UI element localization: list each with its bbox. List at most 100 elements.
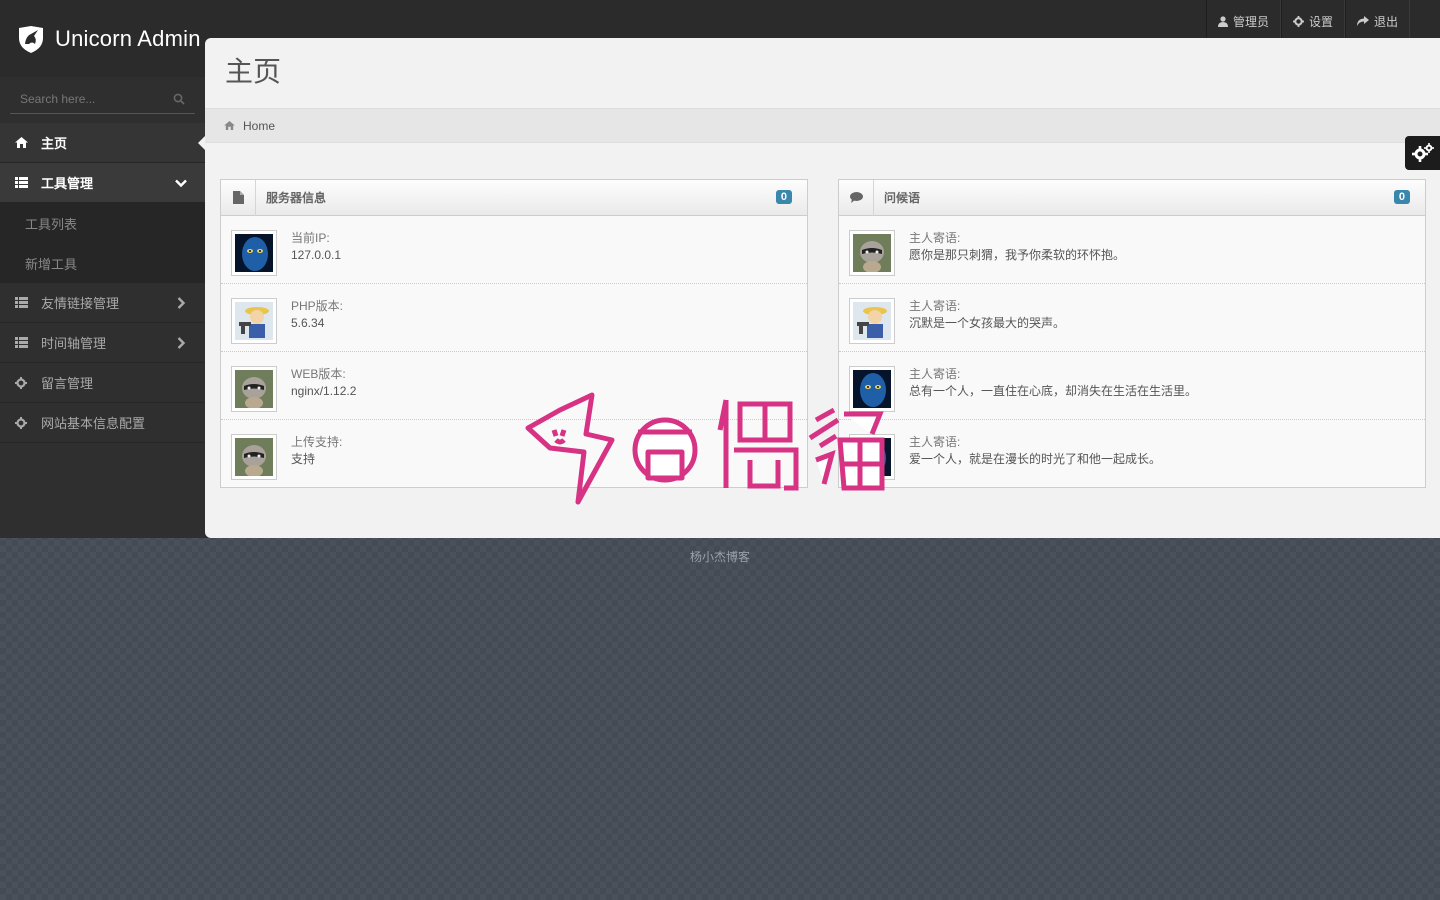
sidebar-item-label: 时间轴管理 (41, 336, 107, 351)
search-input[interactable] (20, 91, 170, 106)
list-item: 当前IP: 127.0.0.1 (221, 216, 807, 284)
item-label: 主人寄语: (909, 435, 961, 449)
gear-icon (15, 376, 29, 389)
nav-settings[interactable]: 设置 (1280, 0, 1345, 42)
gear-icon (1292, 15, 1304, 27)
list-item: 主人寄语: 爱一个人，就是在漫长的时光了和他一起成长。 (839, 420, 1425, 488)
comment-icon (839, 179, 874, 216)
nav-user[interactable]: 管理员 (1205, 0, 1281, 42)
user-nav: 管理员 设置 退出 (1205, 0, 1410, 42)
nav-user-label: 管理员 (1232, 14, 1269, 29)
item-value: 总有一个人，一直住在心底，却消失在生活在生活里。 (909, 384, 1198, 398)
avatar (231, 230, 277, 276)
list-item-text: 当前IP: 127.0.0.1 (291, 230, 341, 264)
watermark-logo (525, 392, 885, 505)
chevron-down-icon (175, 179, 187, 188)
list-icon (15, 297, 29, 308)
avatar (231, 298, 277, 344)
list-icon (15, 337, 29, 348)
sidebar-item-label: 主页 (41, 136, 68, 151)
list-item: 主人寄语: 总有一个人，一直住在心底，却消失在生活在生活里。 (839, 352, 1425, 420)
raccoon-avatar (853, 234, 891, 272)
item-value: nginx/1.12.2 (291, 384, 357, 398)
app-title: Unicorn Admin (55, 25, 201, 51)
sidebar-item-label: 网站基本信息配置 (41, 416, 146, 431)
item-label: 当前IP: (291, 231, 330, 245)
sidebar-item-label: 友情链接管理 (41, 296, 120, 311)
avatar (231, 366, 277, 412)
count-badge: 0 (775, 190, 792, 204)
item-label: WEB版本: (291, 367, 346, 381)
search-icon[interactable] (173, 93, 185, 105)
share-icon (1356, 16, 1369, 26)
home-icon (224, 121, 235, 130)
list-item: 主人寄语: 沉默是一个女孩最大的哭声。 (839, 284, 1425, 352)
item-value: 127.0.0.1 (291, 248, 342, 262)
sidebar-item-label: 工具管理 (41, 176, 94, 191)
submenu-item-tool-list[interactable]: 工具列表 (0, 203, 205, 243)
breadcrumb-home-link[interactable]: Home (243, 119, 275, 133)
greeting-widget: 问候语 0 主人寄语: 愿你是那只刺猬，我予你柔软的环怀抱。 主人寄语: 沉默是… (838, 179, 1426, 488)
sidebar-menu: 主页 工具管理 工具列表 新增工具 友情链接管理 时间轴管理 留言管理 网站基本… (0, 123, 205, 443)
raccoon-avatar (235, 370, 273, 408)
gear-icon (15, 416, 29, 429)
file-icon (221, 179, 256, 216)
sidebar-item-home[interactable]: 主页 (0, 123, 205, 163)
tools-submenu: 工具列表 新增工具 (0, 203, 205, 283)
sidebar-item-site-config[interactable]: 网站基本信息配置 (0, 403, 205, 443)
list-item: PHP版本: 5.6.34 (221, 284, 807, 352)
item-value: 沉默是一个女孩最大的哭声。 (909, 316, 1066, 330)
widget-header: 问候语 0 (839, 179, 1425, 216)
list-item-text: PHP版本: 5.6.34 (291, 298, 343, 332)
home-icon (15, 137, 29, 148)
chevron-right-icon (177, 337, 186, 349)
item-label: 主人寄语: (909, 367, 961, 381)
sidebar-item-links[interactable]: 友情链接管理 (0, 283, 205, 323)
breadcrumb: Home (205, 108, 1440, 143)
app-logo[interactable]: Unicorn Admin (0, 0, 205, 77)
style-switcher-button[interactable] (1405, 136, 1440, 170)
item-label: PHP版本: (291, 299, 344, 313)
list-item-text: 上传支持: 支持 (291, 434, 342, 468)
vault-boy-avatar (235, 302, 273, 340)
footer-text: 杨小杰博客 (689, 550, 750, 564)
chevron-right-icon (177, 297, 186, 309)
list-item-text: 主人寄语: 沉默是一个女孩最大的哭声。 (909, 298, 1065, 332)
sidebar-item-messages[interactable]: 留言管理 (0, 363, 205, 403)
widget-title: 问候语 (884, 191, 921, 205)
avatar (849, 298, 895, 344)
count-badge: 0 (1393, 190, 1410, 204)
footer: 杨小杰博客 (0, 548, 1440, 565)
submenu-item-label: 工具列表 (25, 216, 78, 232)
item-value: 爱一个人，就是在漫长的时光了和他一起成长。 (909, 452, 1162, 466)
sidebar-item-label: 留言管理 (41, 376, 94, 391)
submenu-item-label: 新增工具 (25, 256, 78, 272)
gears-icon (1411, 143, 1434, 162)
item-label: 主人寄语: (909, 299, 961, 313)
sidebar-item-tools[interactable]: 工具管理 (0, 163, 205, 203)
avatar (849, 230, 895, 276)
nav-logout[interactable]: 退出 (1344, 0, 1410, 42)
item-label: 主人寄语: (909, 231, 961, 245)
widget-title: 服务器信息 (266, 191, 327, 205)
unicorn-logo-icon (19, 25, 43, 53)
nav-settings-label: 设置 (1308, 14, 1333, 29)
avatar (231, 434, 277, 480)
item-value: 愿你是那只刺猬，我予你柔软的环怀抱。 (909, 248, 1126, 262)
blue-face-avatar (235, 234, 273, 272)
list-icon (15, 177, 29, 188)
page-title: 主页 (225, 56, 282, 87)
item-label: 上传支持: (291, 435, 343, 449)
item-value: 支持 (291, 452, 316, 466)
list-item-text: WEB版本: nginx/1.12.2 (291, 366, 356, 400)
item-value: 5.6.34 (291, 316, 325, 330)
raccoon-avatar (235, 438, 273, 476)
widget-header: 服务器信息 0 (221, 179, 807, 216)
list-item-text: 主人寄语: 总有一个人，一直住在心底，却消失在生活在生活里。 (909, 366, 1197, 400)
submenu-item-add-tool[interactable]: 新增工具 (0, 243, 205, 283)
vault-boy-avatar (853, 302, 891, 340)
sidebar-item-timeline[interactable]: 时间轴管理 (0, 323, 205, 363)
user-icon (1217, 15, 1228, 27)
search-box (10, 84, 195, 114)
nav-logout-label: 退出 (1373, 14, 1398, 29)
